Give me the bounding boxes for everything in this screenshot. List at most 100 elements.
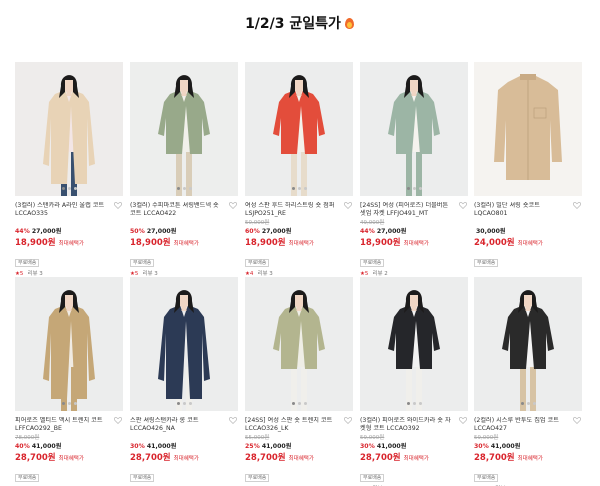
free-shipping-badge: 무료배송 [474,259,499,267]
product-card[interactable]: [24SS] 여성 (피어로즈) 더블버튼 셋업 자켓 LFFJO491_MT … [360,62,468,278]
product-name[interactable]: (3컬러) 스탠카라 A라인 울랩 코트 LCCAO335 [15,202,109,218]
product-card[interactable]: [24SS] 여성 스판 숏 트렌치 코트 LCCAO326_LK 55,000… [245,277,353,486]
sale-line: 18,900원 최대혜택가 [130,238,238,249]
free-shipping-badge: 무료배송 [474,474,499,482]
model-figure [158,290,210,411]
product-name[interactable]: (3컬러) 수피마코튼 셔링밴드넥 숏 코트 LCCAO422 [130,202,224,218]
product-image[interactable] [245,277,353,411]
carousel-dots[interactable] [245,187,353,190]
heart-icon[interactable] [114,202,122,209]
product-image[interactable] [474,62,582,196]
original-price: 50,000원 [245,220,270,226]
sale-line: 24,000원 최대혜택가 [474,238,582,249]
heart-icon[interactable] [114,417,122,424]
discount-rate: 44% [15,228,30,235]
sale-label[interactable]: 최대혜택가 [404,239,429,250]
heart-icon[interactable] [573,202,581,209]
page-title: 1/2/3 균일특가 [0,13,600,33]
carousel-dots[interactable] [130,187,238,190]
carousel-dots[interactable] [15,402,123,405]
product-image[interactable] [360,62,468,196]
carousel-dots[interactable] [245,402,353,405]
heart-icon[interactable] [229,417,237,424]
free-shipping-badge: 무료배송 [245,259,270,267]
original-price [474,220,582,227]
product-card[interactable]: (3컬러) 스탠카라 A라인 울랩 코트 LCCAO335 44% 27,000원… [15,62,123,278]
sale-label[interactable]: 최대혜택가 [518,454,543,465]
discount-line: 30% 41,000원 [130,443,238,451]
discount-price: 41,000원 [31,443,62,450]
product-card[interactable]: (2컬러) 시스루 반투도 집업 코트 LCCAO427 59,000원 30%… [474,277,582,486]
sale-label[interactable]: 최대혜택가 [174,454,199,465]
free-shipping-badge: 무료배송 [15,259,40,267]
sale-label[interactable]: 최대혜택가 [518,239,543,250]
sale-line: 18,900원 최대혜택가 [15,238,123,249]
carousel-dots[interactable] [360,402,468,405]
free-shipping-badge: 무료배송 [130,474,155,482]
discount-rate: 25% [245,443,260,450]
model-figure [388,290,440,411]
product-name[interactable]: (2컬러) 시스루 반투도 집업 코트 LCCAO427 [474,417,568,433]
product-name[interactable]: 여성 스판 후드 하리스트링 숏 점퍼 LSJPO251_RE [245,202,339,218]
product-name[interactable]: [24SS] 여성 (피어로즈) 더블버튼 셋업 자켓 LFFJO491_MT [360,202,454,218]
product-image[interactable] [474,277,582,411]
product-name[interactable]: 피어로즈 벨티드 맥시 트렌치 코트 LFFCAO292_BE [15,417,109,433]
model-figure [273,75,325,196]
sale-label[interactable]: 최대혜택가 [289,454,314,465]
product-image[interactable] [130,62,238,196]
free-shipping-badge: 무료배송 [360,259,385,267]
free-shipping-badge: 무료배송 [245,474,270,482]
discount-rate: 44% [360,228,375,235]
sale-line: 18,900원 최대혜택가 [360,238,468,249]
product-image[interactable] [245,62,353,196]
original-price [130,435,238,442]
carousel-dots[interactable] [474,402,582,405]
sale-price: 18,900원 [15,238,56,248]
sale-label[interactable]: 최대혜택가 [59,454,84,465]
product-image[interactable] [130,277,238,411]
heart-icon[interactable] [229,202,237,209]
product-name[interactable]: (3컬러) 밀단 셔링 숏코트 LQCAO801 [474,202,568,218]
discount-rate: 30% [130,443,145,450]
sale-price: 18,900원 [130,238,171,248]
product-image[interactable] [15,277,123,411]
product-card[interactable]: 여성 스판 후드 하리스트링 숏 점퍼 LSJPO251_RE 50,000원 … [245,62,353,278]
fire-icon [344,16,355,30]
product-name[interactable]: (3컬러) 피어로즈 와이드카라 숏 자켓형 코트 LCCAO392 [360,417,454,433]
carousel-dots[interactable] [15,187,123,190]
discount-line: 30,000원 [474,228,582,236]
sale-label[interactable]: 최대혜택가 [59,239,84,250]
discount-price: 41,000원 [261,443,292,450]
discount-line: 40% 41,000원 [15,443,123,451]
product-card[interactable]: 스판 셔링스탠카라 롱 코트 LCCAO426_NA 30% 41,000원 28… [130,277,238,486]
heart-icon[interactable] [459,202,467,209]
sale-price: 28,700원 [130,453,171,463]
model-figure [388,75,440,196]
model-figure [158,75,210,196]
product-image[interactable] [15,62,123,196]
heart-icon[interactable] [344,417,352,424]
sale-label[interactable]: 최대혜택가 [289,239,314,250]
sale-label[interactable]: 최대혜택가 [404,454,429,465]
original-price [15,220,123,227]
product-card[interactable]: 피어로즈 벨티드 맥시 트렌치 코트 LFFCAO292_BE 78,000원 … [15,277,123,486]
heart-icon[interactable] [573,417,581,424]
sale-label[interactable]: 최대혜택가 [174,239,199,250]
original-price: 78,000원 [15,435,40,441]
product-name[interactable]: [24SS] 여성 스판 숏 트렌치 코트 LCCAO326_LK [245,417,339,433]
product-image[interactable] [360,277,468,411]
model-figure [502,290,554,411]
carousel-dots[interactable] [130,402,238,405]
heart-icon[interactable] [344,202,352,209]
discount-rate: 30% [360,443,375,450]
discount-price: 41,000원 [146,443,177,450]
carousel-dots[interactable] [360,187,468,190]
product-card[interactable]: (3컬러) 밀단 셔링 숏코트 LQCAO801 30,000원 24,000원… [474,62,582,278]
heart-icon[interactable] [459,417,467,424]
product-card[interactable]: (3컬러) 피어로즈 와이드카라 숏 자켓형 코트 LCCAO392 59,00… [360,277,468,486]
discount-line: 44% 27,000원 [15,228,123,236]
product-card[interactable]: (3컬러) 수피마코튼 셔링밴드넥 숏 코트 LCCAO422 50% 27,00… [130,62,238,278]
product-name[interactable]: 스판 셔링스탠카라 롱 코트 LCCAO426_NA [130,417,224,433]
model-figure [43,75,95,196]
sale-price: 28,700원 [360,453,401,463]
